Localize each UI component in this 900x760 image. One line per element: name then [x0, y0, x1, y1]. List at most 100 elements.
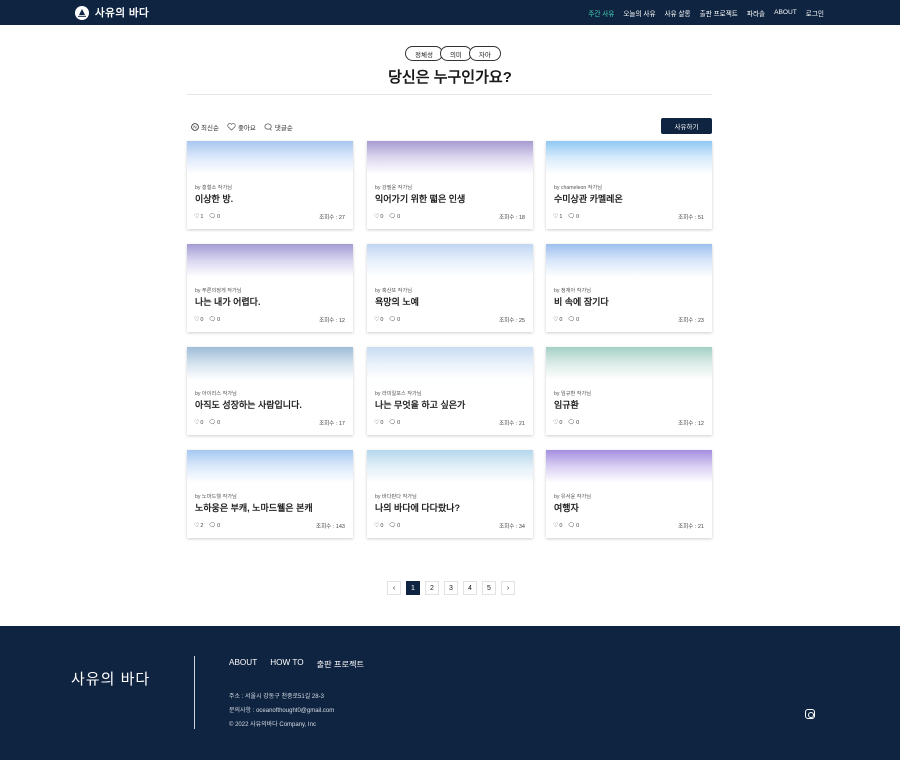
like-count: 1 [200, 213, 204, 220]
card-author: by 바다판다 작가님 [375, 494, 417, 500]
page-5[interactable]: 5 [482, 581, 496, 595]
sort-likes[interactable]: 좋아요 [227, 122, 256, 132]
comment-count: 0 [576, 213, 580, 220]
comment-icon: 🗨 [567, 420, 576, 426]
svg-text:N: N [193, 125, 196, 130]
post-card[interactable]: by 정재아 작가님 비 속에 잠기다 ♡ 0 🗨 0 조회수 : 23 [546, 244, 712, 332]
card-title: 비 속에 잠기다 [554, 297, 609, 307]
footer-address: 주소 : 서울시 강동구 천중로51길 28-3 [229, 694, 324, 700]
menu-about[interactable]: ABOUT [774, 9, 797, 16]
card-thumbnail [187, 347, 353, 380]
card-thumbnail [187, 141, 353, 174]
menu-weekly[interactable]: 주간 사유 [588, 8, 614, 18]
footer-link-howto[interactable]: HOW TO [270, 658, 303, 670]
like-count: 0 [380, 522, 384, 529]
footer-brand: 사유의 바다 [71, 671, 151, 688]
footer-divider [194, 656, 195, 729]
card-thumbnail [187, 450, 353, 483]
menu-parasol[interactable]: 파라솔 [747, 8, 765, 18]
top-navbar: 사유의 바다 주간 사유 오늘의 사유 사유 살롱 출판 프로젝트 파라솔 AB… [0, 0, 900, 25]
sort-options: N 최신순 좋아요 댓글순 [191, 122, 293, 132]
page-1[interactable]: 1 [406, 581, 420, 595]
menu-login[interactable]: 로그인 [806, 8, 824, 18]
post-card[interactable]: by 유서윤 작가님 여행자 ♡ 0 🗨 0 조회수 : 21 [546, 450, 712, 538]
sort-comments-label: 댓글순 [274, 125, 293, 132]
comment-icon: 🗨 [567, 523, 576, 529]
card-author: by 홍철소 작가님 [195, 185, 232, 191]
prev-page-button[interactable]: ‹ [387, 581, 401, 595]
comment-icon: 🗨 [388, 523, 397, 529]
post-card[interactable]: by 노마드웰 작가님 노하웅은 부캐, 노마드웰은 본캐 ♡ 2 🗨 0 조회수 : 14… [187, 450, 353, 538]
tag-meaning[interactable]: 의미 [439, 46, 472, 61]
view-count: 조회수 : 18 [499, 215, 525, 221]
heart-icon [227, 123, 236, 131]
like-count: 0 [559, 316, 563, 323]
footer-links: ABOUT HOW TO 출판 프로젝트 [229, 658, 364, 670]
comment-count: 0 [397, 316, 401, 323]
sort-latest[interactable]: N 최신순 [191, 122, 219, 132]
view-count: 조회수 : 34 [499, 524, 525, 530]
post-card[interactable]: by 아이리스 작가님 아직도 성장하는 사람입니다. ♡ 0 🗨 0 조회수 : 17 [187, 347, 353, 435]
instagram-icon[interactable] [805, 709, 815, 719]
view-count: 조회수 : 21 [499, 421, 525, 427]
post-card[interactable]: by 라미일포스 작가님 나는 무엇을 하고 싶은가 ♡ 0 🗨 0 조회수 : 21 [367, 347, 533, 435]
heart-icon: ♡ [194, 214, 200, 220]
heart-icon: ♡ [553, 523, 559, 529]
post-card[interactable]: by chameleon 작가님 수미상관 카멜레온 ♡ 1 🗨 0 조회수 : 51 [546, 141, 712, 229]
card-author: by 푸른의정게 작가님 [195, 288, 242, 294]
footer-link-about[interactable]: ABOUT [229, 658, 257, 670]
write-button[interactable]: 사유하기 [661, 118, 712, 134]
card-title: 욕망의 노예 [375, 297, 419, 307]
comment-icon: 🗨 [388, 214, 397, 220]
footer-link-publishing[interactable]: 출판 프로젝트 [317, 658, 364, 670]
page-3[interactable]: 3 [444, 581, 458, 595]
brand-logo[interactable]: 사유의 바다 [75, 5, 149, 20]
card-title: 임규환 [554, 400, 579, 410]
comment-count: 0 [217, 213, 221, 220]
comment-icon: 🗨 [388, 317, 397, 323]
card-thumbnail [367, 141, 533, 174]
view-count: 조회수 : 51 [678, 215, 704, 221]
card-title: 이상한 방. [195, 194, 234, 204]
card-title: 익어가기 위한 떫은 인생 [375, 194, 466, 204]
post-card[interactable]: by 홍철소 작가님 이상한 방. ♡ 1 🗨 0 조회수 : 27 [187, 141, 353, 229]
tag-self[interactable]: 자아 [468, 46, 501, 61]
like-count: 2 [200, 522, 204, 529]
heart-icon: ♡ [374, 214, 380, 220]
card-title: 나는 내가 어렵다. [195, 297, 261, 307]
title-divider [187, 94, 712, 95]
menu-publishing[interactable]: 출판 프로젝트 [700, 8, 738, 18]
next-page-button[interactable]: › [501, 581, 515, 595]
post-card[interactable]: by 푸른의정게 작가님 나는 내가 어렵다. ♡ 0 🗨 0 조회수 : 12 [187, 244, 353, 332]
post-card[interactable]: by 강필윤 작가님 익어가기 위한 떫은 인생 ♡ 0 🗨 0 조회수 : 18 [367, 141, 533, 229]
view-count: 조회수 : 23 [678, 318, 704, 324]
topic-tags: 정체성 의미 자아 [405, 46, 501, 61]
post-card[interactable]: by 임규환 작가님 임규환 ♡ 0 🗨 0 조회수 : 12 [546, 347, 712, 435]
comment-count: 0 [217, 419, 221, 426]
menu-today[interactable]: 오늘의 사유 [623, 8, 655, 18]
new-icon: N [191, 123, 199, 131]
post-card[interactable]: by 바다판다 작가님 나의 바다에 다다랐나? ♡ 0 🗨 0 조회수 : 34 [367, 450, 533, 538]
card-title: 여행자 [554, 503, 579, 513]
card-author: by 아이리스 작가님 [195, 391, 237, 397]
like-count: 0 [559, 419, 563, 426]
card-title: 아직도 성장하는 사람입니다. [195, 400, 302, 410]
card-thumbnail [546, 347, 712, 380]
comment-icon: 🗨 [208, 214, 217, 220]
menu-salon[interactable]: 사유 살롱 [665, 8, 691, 18]
sort-comments[interactable]: 댓글순 [264, 122, 293, 132]
heart-icon: ♡ [374, 523, 380, 529]
like-count: 0 [559, 522, 563, 529]
page-2[interactable]: 2 [425, 581, 439, 595]
comment-count: 0 [397, 419, 401, 426]
card-thumbnail [367, 450, 533, 483]
card-thumbnail [546, 141, 712, 174]
page-title: 당신은 누구인가요? [388, 69, 512, 86]
view-count: 조회수 : 143 [316, 524, 345, 530]
post-card[interactable]: by 혹산또 작가님 욕망의 노예 ♡ 0 🗨 0 조회수 : 25 [367, 244, 533, 332]
heart-icon: ♡ [553, 420, 559, 426]
comment-count: 0 [576, 316, 580, 323]
site-footer: 사유의 바다 ABOUT HOW TO 출판 프로젝트 주소 : 서울시 강동구… [0, 626, 900, 760]
tag-identity[interactable]: 정체성 [405, 46, 443, 61]
page-4[interactable]: 4 [463, 581, 477, 595]
